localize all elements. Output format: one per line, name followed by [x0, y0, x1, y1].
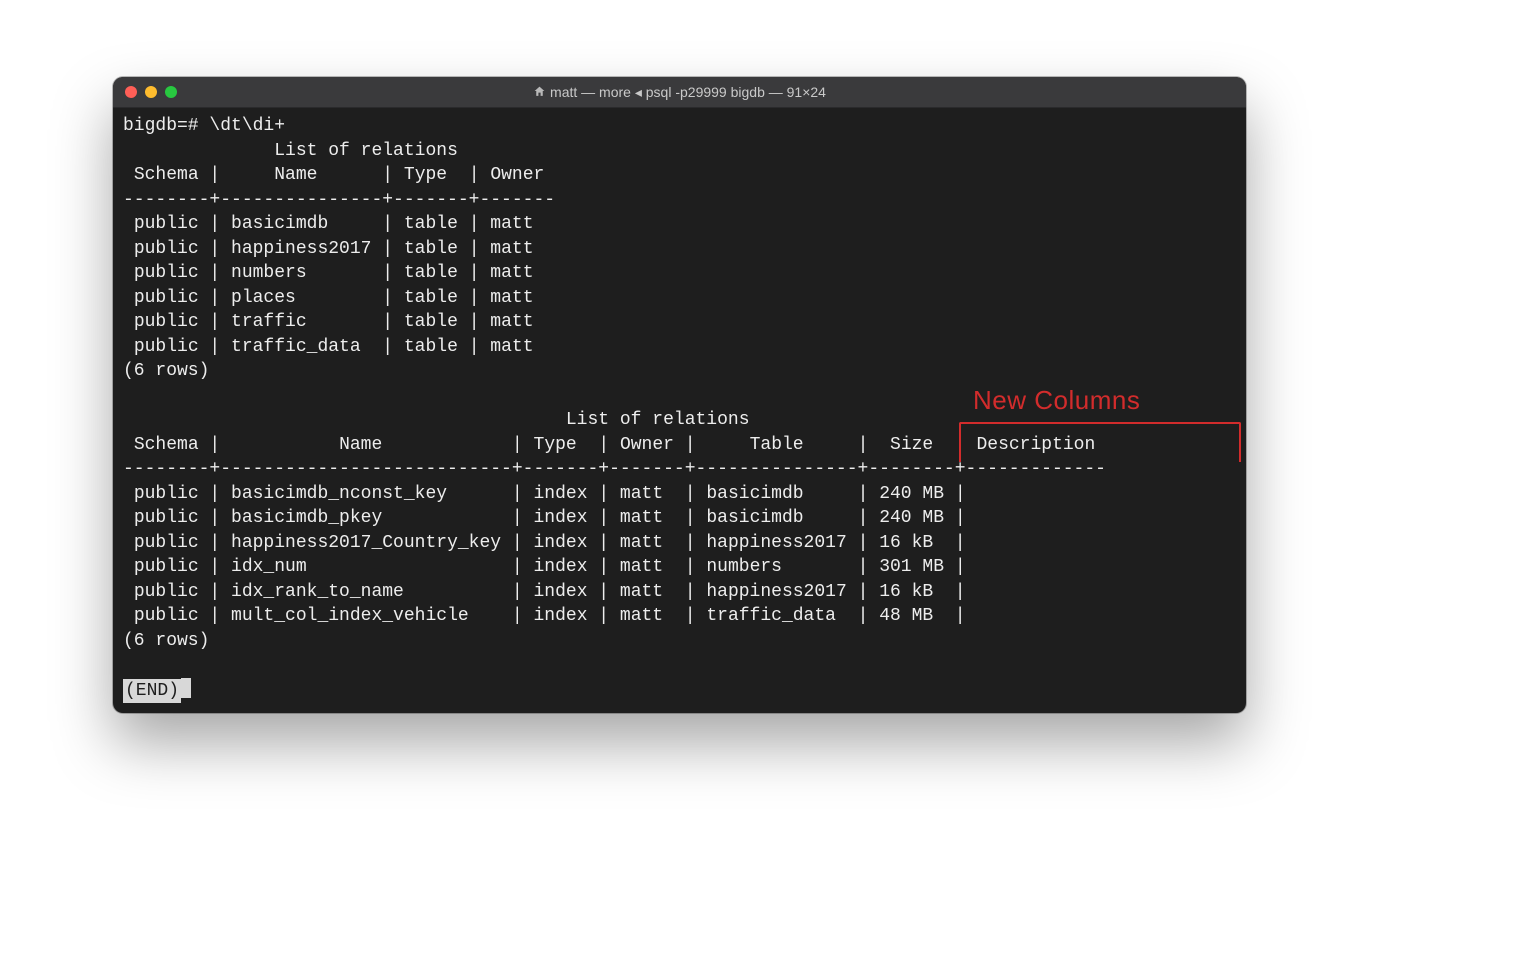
table-row: public | numbers | table | matt — [123, 263, 534, 283]
traffic-lights — [125, 86, 177, 98]
col-owner: Owner — [620, 435, 674, 455]
table-row: public | traffic | table | matt — [123, 312, 534, 332]
table-row: public | basicimdb_nconst_key | index | … — [123, 484, 966, 504]
table1-divider: --------+---------------+-------+------- — [123, 190, 555, 210]
col-size: Size — [890, 435, 933, 455]
table1-title-line: List of relations — [123, 141, 458, 161]
terminal-window[interactable]: matt — more ◂ psql -p29999 bigdb — 91×24… — [113, 77, 1246, 713]
prompt-line: bigdb=# \dt\di+ — [123, 116, 285, 136]
window-title-text: matt — more ◂ psql -p29999 bigdb — 91×24 — [550, 84, 826, 100]
minimize-icon[interactable] — [145, 86, 157, 98]
table2-header-line: Schema | Name | Type | Owner | Table | S… — [123, 435, 1095, 455]
col-table: Table — [750, 435, 804, 455]
col-owner: Owner — [490, 165, 544, 185]
pager-end-marker: (END) — [123, 679, 181, 704]
col-schema: Schema — [134, 435, 199, 455]
titlebar[interactable]: matt — more ◂ psql -p29999 bigdb — 91×24 — [113, 77, 1246, 108]
col-name: Name — [274, 165, 317, 185]
col-type: Type — [534, 435, 577, 455]
table1-footer: (6 rows) — [123, 361, 209, 381]
table-row: public | idx_num | index | matt | number… — [123, 557, 966, 577]
zoom-icon[interactable] — [165, 86, 177, 98]
table-row: public | happiness2017 | table | matt — [123, 239, 534, 259]
table1-title: List of relations — [274, 141, 458, 161]
close-icon[interactable] — [125, 86, 137, 98]
col-type: Type — [404, 165, 447, 185]
col-description: Description — [976, 435, 1095, 455]
cursor-icon — [181, 678, 191, 698]
table-row: public | traffic_data | table | matt — [123, 337, 534, 357]
table-row: public | basicimdb | table | matt — [123, 214, 534, 234]
table2-divider: --------+---------------------------+---… — [123, 459, 1106, 479]
table-row: public | mult_col_index_vehicle | index … — [123, 606, 966, 626]
col-name: Name — [339, 435, 382, 455]
home-icon — [533, 85, 546, 101]
window-title: matt — more ◂ psql -p29999 bigdb — 91×24 — [113, 84, 1246, 101]
col-schema: Schema — [134, 165, 199, 185]
table-row: public | basicimdb_pkey | index | matt |… — [123, 508, 966, 528]
table1-header-line: Schema | Name | Type | Owner — [123, 165, 544, 185]
table-row: public | idx_rank_to_name | index | matt… — [123, 582, 966, 602]
table2-title-line: List of relations — [123, 410, 750, 430]
table2-footer: (6 rows) — [123, 631, 209, 651]
table-row: public | places | table | matt — [123, 288, 534, 308]
table-row: public | happiness2017_Country_key | ind… — [123, 533, 966, 553]
terminal-body[interactable]: bigdb=# \dt\di+ List of relations Schema… — [113, 108, 1246, 713]
table2-title: List of relations — [566, 410, 750, 430]
